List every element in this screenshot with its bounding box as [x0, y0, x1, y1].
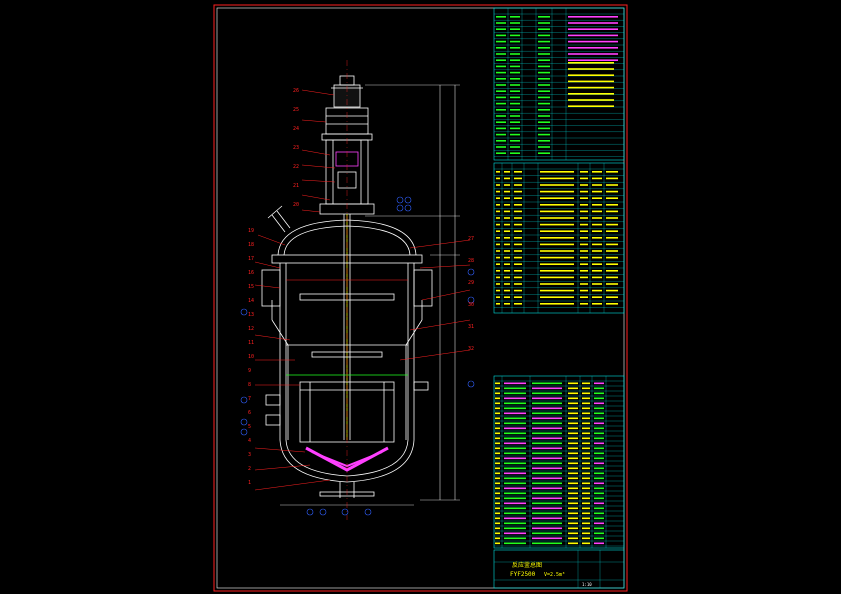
callout-number: 25: [293, 107, 299, 113]
callout-number: 26: [293, 88, 299, 94]
drawing-scale: 1:10: [582, 582, 592, 587]
callout-number: 20: [293, 202, 299, 208]
design-data-table: [493, 7, 625, 161]
drawing-model: FYF2500: [510, 571, 536, 578]
drawing-capacity: V=2.5m³: [544, 572, 565, 578]
callout-number: 13: [248, 312, 254, 318]
callout-number: 8: [248, 382, 251, 388]
nozzle-table: [493, 162, 625, 314]
callout-number: 22: [293, 164, 299, 170]
callout-number: 18: [248, 242, 254, 248]
callout-number: 7: [248, 396, 251, 402]
callout-number: 21: [293, 183, 299, 189]
callout-number: 9: [248, 368, 251, 374]
callout-number: 5: [248, 424, 251, 430]
callout-number: 19: [248, 228, 254, 234]
callout-number: 16: [248, 270, 254, 276]
callout-number: 15: [248, 284, 254, 290]
callout-number: 2: [248, 466, 251, 472]
callouts-right: [399, 239, 471, 361]
callout-number: 24: [293, 126, 299, 132]
callout-number: 28: [468, 258, 474, 264]
callout-number: 30: [468, 302, 474, 308]
drawing-title: 反应釜总图: [512, 561, 542, 569]
callout-number: 4: [248, 438, 251, 444]
callouts-left: [254, 234, 331, 491]
callout-number: 27: [468, 236, 474, 242]
bill-of-materials: [493, 375, 625, 549]
engineering-drawing: 反应釜总图 FYF2500 V=2.5m³ 1:10 1918171615141…: [213, 4, 628, 592]
callout-number: 10: [248, 354, 254, 360]
callout-number: 32: [468, 346, 474, 352]
callout-number: 12: [248, 326, 254, 332]
title-block: 反应釜总图 FYF2500 V=2.5m³ 1:10: [493, 549, 625, 589]
callout-number: 17: [248, 256, 254, 262]
callout-number: 1: [248, 480, 251, 486]
callout-number: 29: [468, 280, 474, 286]
callout-number: 14: [248, 298, 254, 304]
callout-number: 23: [293, 145, 299, 151]
callout-number: 6: [248, 410, 251, 416]
callout-number: 3: [248, 452, 251, 458]
callout-number: 31: [468, 324, 474, 330]
callout-number: 11: [248, 340, 254, 346]
section-markers: [240, 196, 475, 516]
